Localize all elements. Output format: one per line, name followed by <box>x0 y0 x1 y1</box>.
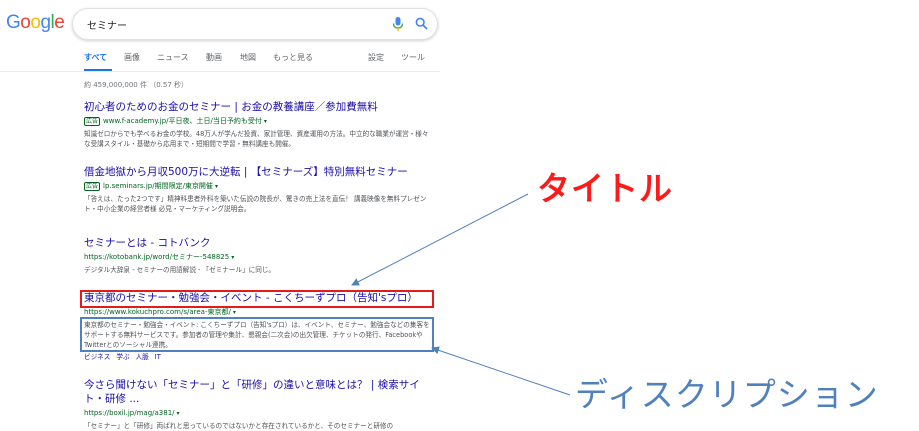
description-arrow <box>431 346 571 396</box>
annotation-arrows <box>351 193 571 396</box>
title-annotation-label: タイトル <box>537 169 673 208</box>
title-arrow <box>351 193 529 286</box>
description-annotation-label: ディスクリプション <box>575 375 879 414</box>
